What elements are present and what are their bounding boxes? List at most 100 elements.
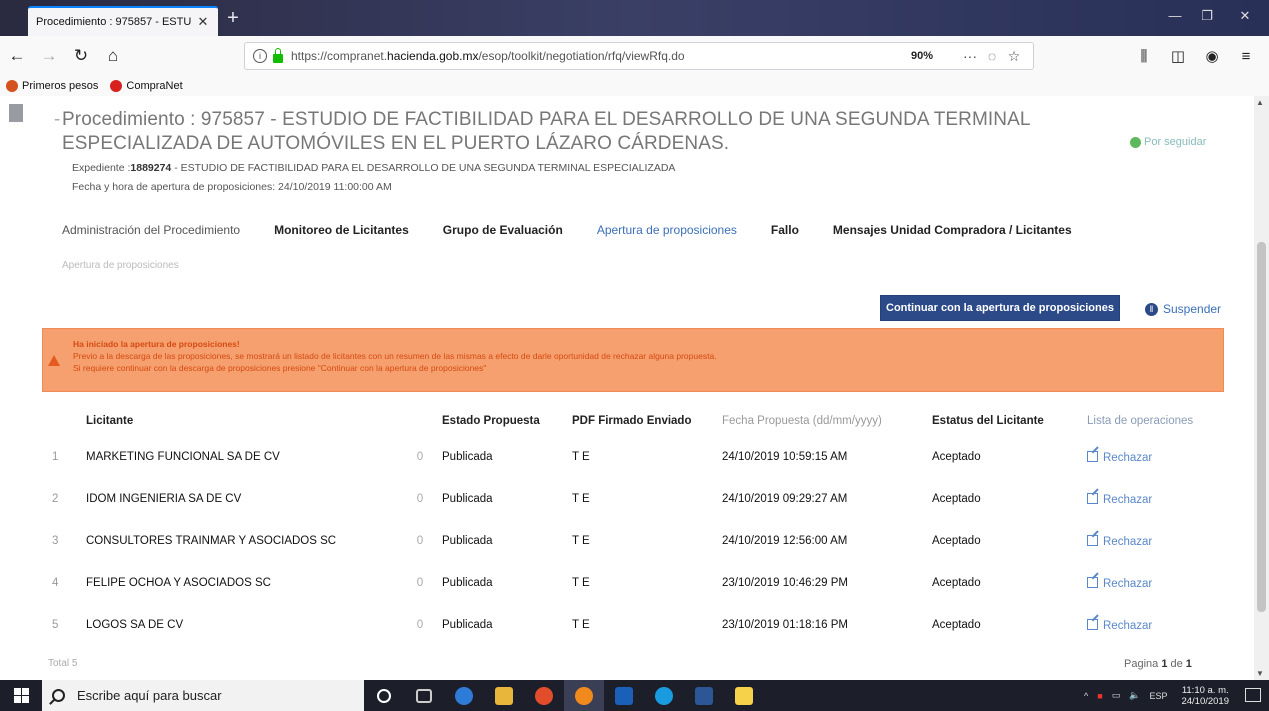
bookmark-favicon-icon <box>110 80 123 92</box>
col-pdf-firmado[interactable]: PDF Firmado Enviado <box>568 406 718 436</box>
browser-titlebar: Procedimiento : 975857 - ESTU ✕ + — ❐ ✕ <box>0 0 1269 36</box>
skype-icon[interactable] <box>644 680 684 711</box>
library-icon[interactable]: ⫼ <box>1127 42 1161 70</box>
tab-apertura[interactable]: Apertura de proposiciones <box>597 223 737 237</box>
browser-tab[interactable]: Procedimiento : 975857 - ESTU ✕ <box>28 6 218 36</box>
pdf-firmado: T E <box>572 493 590 505</box>
word-icon[interactable] <box>684 680 724 711</box>
row-count: 0 <box>416 493 424 505</box>
rechazar-label: Rechazar <box>1103 577 1153 590</box>
rechazar-button[interactable]: Rechazar <box>1083 436 1212 478</box>
info-icon[interactable]: i <box>253 49 267 63</box>
estatus-licitante: Aceptado <box>932 535 981 547</box>
rechazar-button[interactable]: Rechazar <box>1083 520 1212 562</box>
alert-line: Previo a la descarga de las proposicione… <box>73 351 717 361</box>
procedure-tabs: Administración del Procedimiento Monitor… <box>62 223 1106 237</box>
firefox-icon[interactable] <box>564 680 604 711</box>
suspend-button[interactable]: ǁ Suspender <box>1145 302 1221 316</box>
row-index: 4 <box>52 577 59 589</box>
opening-date: Fecha y hora de apertura de proposicione… <box>72 181 392 193</box>
warning-alert: Ha iniciado la apertura de proposiciones… <box>42 328 1224 392</box>
url-bar[interactable]: i https://compranet.hacienda.gob.mx/esop… <box>244 42 1034 70</box>
col-estatus-licitante[interactable]: Estatus del Licitante <box>928 406 1083 436</box>
pdf-firmado: T E <box>572 577 590 589</box>
tray-up-icon[interactable]: ^ <box>1084 691 1088 701</box>
minimize-icon[interactable]: — <box>1160 8 1190 23</box>
tab-mensajes[interactable]: Mensajes Unidad Compradora / Licitantes <box>833 223 1072 237</box>
sticky-notes-icon[interactable] <box>724 680 764 711</box>
edit-icon <box>1087 450 1098 462</box>
rechazar-label: Rechazar <box>1103 535 1153 548</box>
forward-icon[interactable]: → <box>34 41 64 71</box>
col-estado-propuesta[interactable]: Estado Propuesta <box>438 406 568 436</box>
col-fecha-propuesta[interactable]: Fecha Propuesta (dd/mm/yyyy) <box>718 406 928 436</box>
clock[interactable]: 11:10 a. m. 24/10/2019 <box>1181 685 1229 707</box>
sidebar-icon[interactable]: ◫ <box>1161 42 1195 70</box>
row-index: 1 <box>52 451 59 463</box>
bookmark-compranet[interactable]: CompraNet <box>110 80 183 92</box>
language-indicator[interactable]: ESP <box>1149 691 1167 701</box>
page-title: - Procedimiento : 975857 - ESTUDIO DE FA… <box>54 109 1031 154</box>
start-button[interactable] <box>0 680 42 711</box>
page-scrollbar[interactable]: ▲ ▼ <box>1254 96 1269 680</box>
tab-grupo-evaluacion[interactable]: Grupo de Evaluación <box>443 223 563 237</box>
new-tab-button[interactable]: + <box>222 8 244 30</box>
extension-icon[interactable]: ◉ <box>1195 42 1229 70</box>
row-count: 0 <box>416 451 424 463</box>
network-icon[interactable]: ▭ <box>1112 690 1121 701</box>
file-explorer-icon[interactable] <box>484 680 524 711</box>
fecha-propuesta: 24/10/2019 09:29:27 AM <box>722 493 848 505</box>
close-tab-icon[interactable]: ✕ <box>196 14 210 30</box>
follow-icon <box>1130 136 1141 148</box>
continue-opening-button[interactable]: Continuar con la apertura de proposicion… <box>880 295 1120 321</box>
volume-icon[interactable]: 🔈 <box>1129 690 1140 701</box>
rechazar-button[interactable]: Rechazar <box>1083 478 1212 520</box>
scroll-up-icon[interactable]: ▲ <box>1256 98 1264 107</box>
cortana-icon[interactable] <box>364 680 404 711</box>
col-lista-operaciones: Lista de operaciones <box>1087 415 1194 427</box>
scroll-down-icon[interactable]: ▼ <box>1256 669 1264 678</box>
scrollbar-thumb[interactable] <box>1257 242 1266 612</box>
restore-icon[interactable]: ❐ <box>1192 8 1222 24</box>
estatus-licitante: Aceptado <box>932 619 981 631</box>
page-actions-icon[interactable]: ··· <box>959 48 981 64</box>
menu-icon[interactable]: ≡ <box>1229 42 1263 70</box>
reload-icon[interactable]: ↻ <box>66 41 96 71</box>
pocket-icon[interactable]: ◌ <box>981 48 1003 64</box>
tab-administracion[interactable]: Administración del Procedimiento <box>62 223 240 237</box>
zoom-level[interactable]: 90% <box>911 50 933 62</box>
task-view-icon[interactable] <box>404 680 444 711</box>
taskbar-search[interactable]: Escribe aquí para buscar <box>42 680 364 711</box>
breadcrumb: Apertura de proposiciones <box>62 260 179 271</box>
bookmark-star-icon[interactable]: ☆ <box>1003 48 1025 65</box>
row-index: 2 <box>52 493 59 505</box>
outlook-icon[interactable] <box>604 680 644 711</box>
back-icon[interactable]: ← <box>2 41 32 71</box>
notifications-icon[interactable] <box>1245 688 1261 702</box>
table-row: 2 IDOM INGENIERIA SA DE CV 0 Publicada T E 24… <box>42 478 1212 520</box>
col-licitante[interactable]: Licitante <box>82 406 402 436</box>
side-toggle[interactable] <box>9 104 23 122</box>
url-text[interactable]: https://compranet.hacienda.gob.mx/esop/t… <box>291 49 911 63</box>
windows-icon <box>13 688 29 703</box>
bookmark-primeros-pesos[interactable]: Primeros pesos <box>6 80 98 92</box>
row-count: 0 <box>416 619 424 631</box>
tab-monitoreo[interactable]: Monitoreo de Licitantes <box>274 223 409 237</box>
home-icon[interactable]: ⌂ <box>98 41 128 71</box>
close-window-icon[interactable]: ✕ <box>1230 8 1260 24</box>
fecha-propuesta: 23/10/2019 10:46:29 PM <box>722 577 848 589</box>
antivirus-icon[interactable]: ■ <box>1097 691 1102 701</box>
estado-propuesta: Publicada <box>442 451 493 463</box>
search-icon <box>52 689 65 702</box>
follow-label: Por seguidar <box>1144 136 1207 148</box>
follow-button[interactable]: Por seguidar <box>1130 136 1206 148</box>
windows-taskbar: Escribe aquí para buscar ^ ■ ▭ 🔈 ESP 11:… <box>0 680 1269 711</box>
chrome-icon[interactable] <box>524 680 564 711</box>
rechazar-button[interactable]: Rechazar <box>1083 604 1212 646</box>
tab-fallo[interactable]: Fallo <box>771 223 799 237</box>
edge-icon[interactable] <box>444 680 484 711</box>
table-header-row: Licitante Estado Propuesta PDF Firmado E… <box>42 406 1212 436</box>
total-count: Total 5 <box>48 658 78 669</box>
lock-icon[interactable] <box>273 47 283 63</box>
rechazar-button[interactable]: Rechazar <box>1083 562 1212 604</box>
